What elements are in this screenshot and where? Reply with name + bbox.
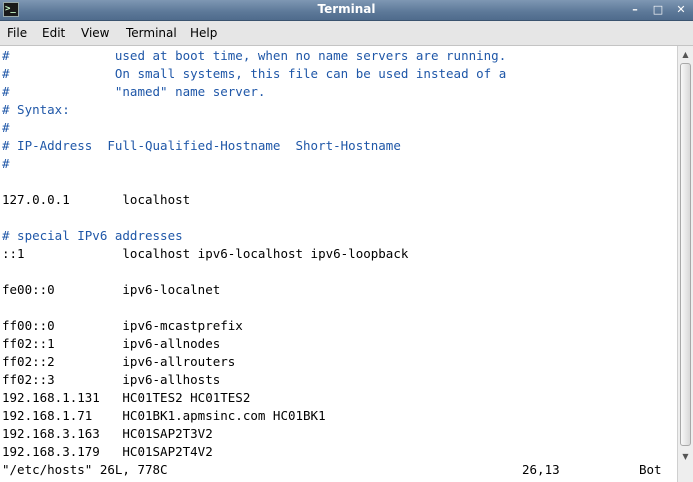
editor-line: # Syntax: bbox=[2, 102, 70, 117]
status-cursor-position: 26,13 bbox=[522, 462, 560, 477]
menu-help[interactable]: Help bbox=[190, 26, 217, 40]
vertical-scrollbar[interactable]: ▲ ▼ bbox=[677, 46, 693, 482]
status-scroll-position: Bot bbox=[639, 462, 662, 477]
editor-line: 192.168.3.179 HC01SAP2T4V2 bbox=[2, 444, 213, 459]
editor-line: ff02::2 ipv6-allrouters bbox=[2, 354, 236, 369]
editor-line: ff00::0 ipv6-mcastprefix bbox=[2, 318, 243, 333]
window-title: Terminal bbox=[317, 2, 376, 16]
maximize-button[interactable]: □ bbox=[650, 2, 666, 17]
menu-edit[interactable]: Edit bbox=[42, 26, 65, 40]
editor-line: fe00::0 ipv6-localnet bbox=[2, 282, 221, 297]
editor-line: 192.168.3.163 HC01SAP2T3V2 bbox=[2, 426, 213, 441]
menu-terminal[interactable]: Terminal bbox=[126, 26, 177, 40]
scroll-down-arrow-icon[interactable]: ▼ bbox=[678, 449, 693, 464]
status-file-info: "/etc/hosts" 26L, 778C bbox=[2, 462, 168, 477]
scroll-up-arrow-icon[interactable]: ▲ bbox=[678, 47, 693, 62]
editor-line: # IP-Address Full-Qualified-Hostname Sho… bbox=[2, 138, 401, 153]
menu-file[interactable]: File bbox=[7, 26, 27, 40]
minimize-button[interactable]: – bbox=[627, 2, 643, 17]
window-titlebar[interactable]: >_ Terminal – □ ✕ bbox=[0, 0, 693, 21]
editor-line: 192.168.1.131 HC01TES2 HC01TES2 bbox=[2, 390, 251, 405]
editor-line: ff02::1 ipv6-allnodes bbox=[2, 336, 221, 351]
terminal-screen[interactable]: # used at boot time, when no name server… bbox=[0, 46, 677, 482]
menu-view[interactable]: View bbox=[81, 26, 109, 40]
editor-line: # bbox=[2, 120, 10, 135]
editor-line: # used at boot time, when no name server… bbox=[2, 48, 507, 63]
editor-line: # bbox=[2, 156, 10, 171]
editor-line: # special IPv6 addresses bbox=[2, 228, 183, 243]
editor-line: 127.0.0.1 localhost bbox=[2, 192, 191, 207]
close-button[interactable]: ✕ bbox=[673, 2, 689, 17]
editor-line: ::1 localhost ipv6-localhost ipv6-loopba… bbox=[2, 246, 409, 261]
editor-line: 192.168.1.71 HC01BK1.apmsinc.com HC01BK1 bbox=[2, 408, 326, 423]
editor-line: # "named" name server. bbox=[2, 84, 266, 99]
menubar: File Edit View Terminal Help bbox=[0, 21, 693, 46]
editor-line: ff02::3 ipv6-allhosts bbox=[2, 372, 221, 387]
scrollbar-thumb[interactable] bbox=[680, 63, 691, 446]
editor-line: # On small systems, this file can be use… bbox=[2, 66, 507, 81]
